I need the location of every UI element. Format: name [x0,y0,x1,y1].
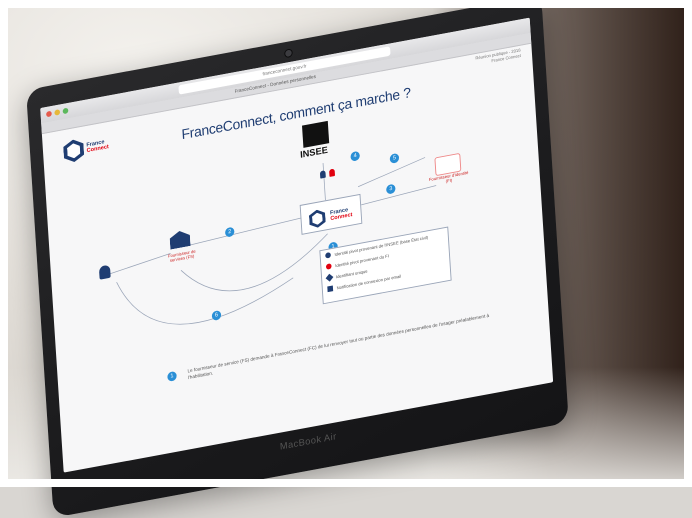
user-icon [98,264,111,280]
key-icon [325,273,334,282]
person-icon [325,263,332,270]
flow-diagram-lines [108,157,437,325]
laptop-screen: franceconnect.gouv.fr FranceConnect - Do… [40,17,554,473]
person-icon [325,252,331,259]
envelope-icon [327,285,334,293]
webcam [284,48,293,59]
laptop-brand: MacBook Air [279,431,337,453]
hub-hexagon-icon [309,208,326,229]
person-blue-icon [319,170,326,179]
person-red-icon [329,168,336,177]
